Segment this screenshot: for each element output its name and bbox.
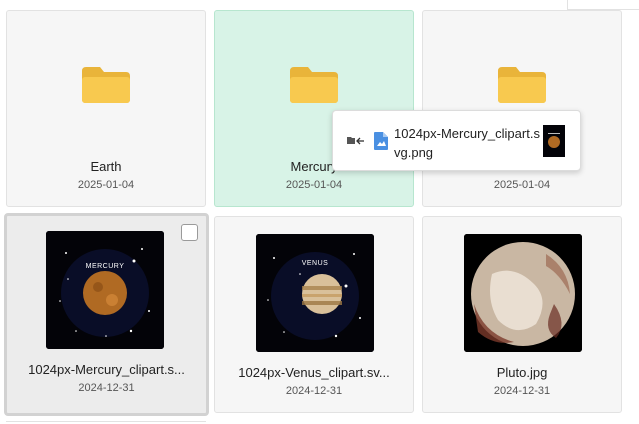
file-tile-pluto[interactable]: Pluto.jpg 2024-12-31 xyxy=(422,216,622,413)
file-date: 2024-12-31 xyxy=(493,385,551,397)
select-checkbox[interactable] xyxy=(181,224,198,241)
toolbar-edge xyxy=(567,0,639,10)
file-date: 2024-12-31 xyxy=(78,382,135,394)
folder-date: 2025-01-04 xyxy=(493,179,551,191)
move-to-folder-icon xyxy=(347,137,364,145)
folder-icon xyxy=(82,67,130,103)
file-name: 1024px-Mercury_clipart.s... xyxy=(28,362,185,377)
drag-preview: 1024px-Mercury_clipart.svg.png xyxy=(332,110,581,171)
drag-file-thumbnail xyxy=(543,125,565,157)
image-file-icon xyxy=(374,132,388,150)
folder-icon xyxy=(290,67,338,103)
thumb-label: MERCURY xyxy=(86,263,125,270)
folder-tile-earth[interactable]: Earth 2025-01-04 xyxy=(6,10,206,207)
file-tile-venus[interactable]: VENUS 1024px-Venus_clipart.sv... 2024-12… xyxy=(214,216,414,413)
folder-tile-3[interactable]: 2025-01-04 xyxy=(422,10,622,207)
thumb-label: VENUS xyxy=(302,260,329,267)
folder-date: 2025-01-04 xyxy=(285,179,343,191)
folder-tile-mercury[interactable]: Mercury 2025-01-04 xyxy=(214,10,414,207)
file-name: Pluto.jpg xyxy=(496,365,548,380)
file-thumbnail: VENUS xyxy=(256,234,374,352)
drag-file-name: 1024px-Mercury_clipart.svg.png xyxy=(394,126,540,160)
file-tile-mercury[interactable]: MERCURY 1024px-Mercury_clipart.s... 2024… xyxy=(4,213,209,416)
folder-date: 2025-01-04 xyxy=(77,179,135,191)
file-thumbnail xyxy=(464,234,582,352)
file-thumbnail: MERCURY xyxy=(46,231,164,349)
folder-name: Earth xyxy=(90,159,122,174)
file-name: 1024px-Venus_clipart.sv... xyxy=(238,365,390,380)
folder-icon xyxy=(498,67,546,103)
file-date: 2024-12-31 xyxy=(285,385,343,397)
